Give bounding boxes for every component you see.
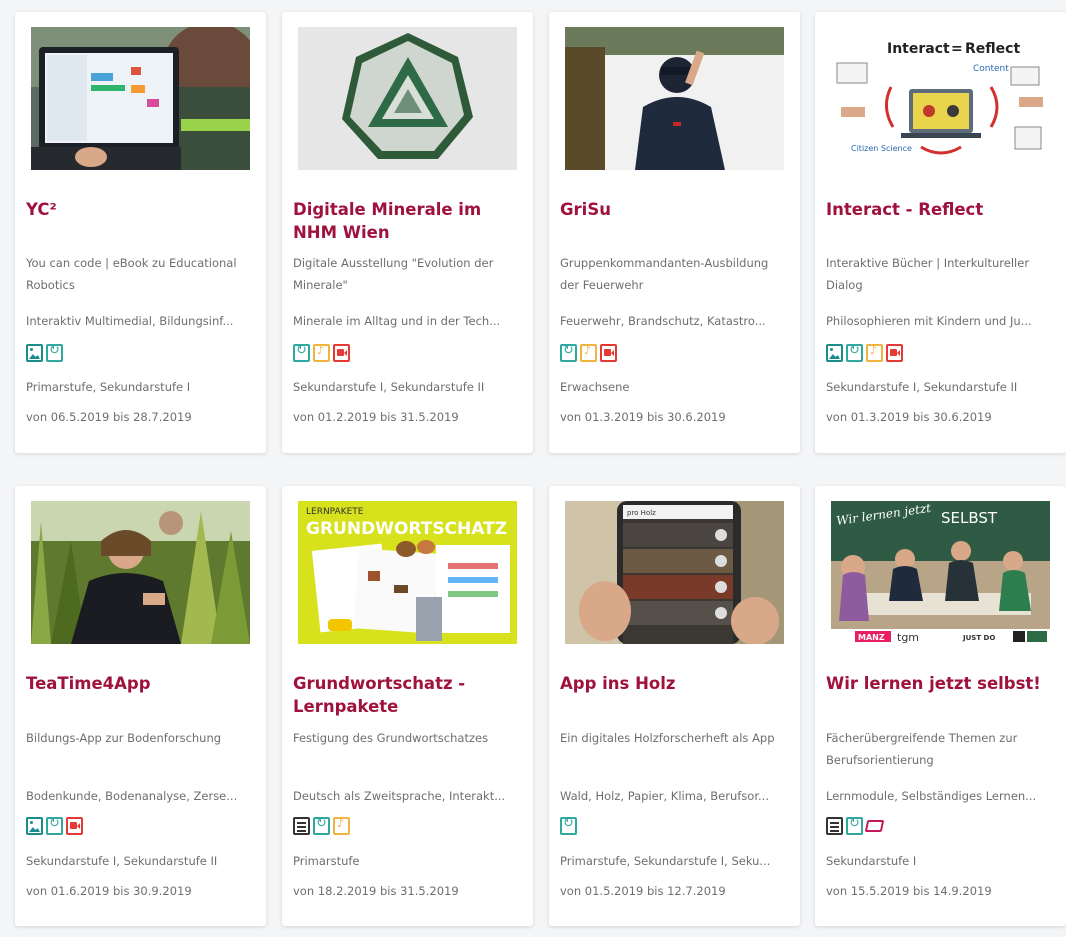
interactive-icon [46,343,63,362]
card-dates: von 18.2.2019 bis 31.5.2019 [293,884,459,898]
interactive-icon [560,343,577,362]
card-dates: von 01.5.2019 bis 12.7.2019 [560,884,726,898]
project-card-grisu[interactable]: GriSu Gruppenkommandanten-Ausbildung der… [549,12,800,453]
card-description: Fächerübergreifende Themen zur Berufsori… [826,731,1018,767]
media-type-icons [560,343,617,364]
card-tags: Interaktiv Multimedial, Bildungsinf... [26,314,234,328]
card-description: Ein digitales Holzforscherheft als App [560,731,775,745]
card-level: Primarstufe, Sekundarstufe I [26,380,191,394]
project-card-grundwortschatz[interactable]: LERNPAKETE GRUNDWORTSCHATZ Grundwortscha… [282,486,533,926]
document-icon [826,817,843,835]
thumbnail-image[interactable] [31,27,250,170]
image-icon [26,817,43,835]
thumbnail-image[interactable]: LERNPAKETE GRUNDWORTSCHATZ [298,501,517,644]
interactive-icon [46,816,63,835]
card-level: Sekundarstufe I, Sekundarstufe II [26,854,218,868]
video-icon [66,817,83,835]
project-card-interact-reflect[interactable]: Interact = Reflect Content Citizen Scien… [815,12,1066,453]
media-type-icons [560,816,577,837]
thumb-board-big: SELBST [941,509,998,527]
interactive-icon [846,343,863,362]
thumb-text-content: Content [973,64,1009,74]
card-level: Sekundarstufe I [826,854,917,868]
document-icon [293,817,310,835]
audio-icon [313,344,330,362]
interactive-icon [313,816,330,835]
audio-icon [866,344,883,362]
card-description: Interaktive Bücher | Interkultureller Di… [826,256,1030,292]
thumb-header-big: GRUNDWORTSCHATZ [306,519,507,539]
card-dates: von 15.5.2019 bis 14.9.2019 [826,884,992,898]
video-icon [600,344,617,362]
card-tags: Philosophieren mit Kindern und Ju... [826,314,1032,328]
project-card-teatime4app[interactable]: TeaTime4App Bildungs-App zur Bodenforsch… [15,486,266,926]
project-card-app-ins-holz[interactable]: pro Holz App ins Holz Ein digitales Holz… [549,486,800,926]
thumb-text-reflect: Reflect [965,41,1020,57]
card-tags: Lernmodule, Selbständiges Lernen... [826,789,1037,803]
thumb-header-small: LERNPAKETE [306,507,364,517]
audio-icon [580,344,597,362]
card-description: You can code | eBook zu Educational Robo… [26,256,237,292]
folder-icon [866,817,885,835]
card-level: Erwachsene [560,380,630,394]
thumb-brand-2: tgm [897,631,919,644]
media-type-icons [26,343,63,364]
card-title[interactable]: Wir lernen jetzt selbst! [826,672,1054,695]
card-dates: von 01.3.2019 bis 30.6.2019 [826,410,992,424]
card-tags: Deutsch als Zweitsprache, Interakt... [293,789,506,803]
thumbnail-image[interactable] [31,501,250,644]
card-title[interactable]: Grundwortschatz - Lernpakete [293,672,521,718]
media-type-icons [826,343,903,364]
interactive-icon [560,816,577,835]
card-dates: von 06.5.2019 bis 28.7.2019 [26,410,192,424]
card-title[interactable]: GriSu [560,198,788,221]
project-card-yc2[interactable]: YC² You can code | eBook zu Educational … [15,12,266,453]
thumbnail-image[interactable]: pro Holz [565,501,784,644]
svg-text:=: = [951,41,963,57]
video-icon [333,344,350,362]
thumb-text-interact: Interact [887,41,950,57]
audio-icon [333,817,350,835]
card-description: Bildungs-App zur Bodenforschung [26,731,222,745]
card-title[interactable]: YC² [26,198,254,221]
media-type-icons [293,816,350,837]
image-icon [826,344,843,362]
thumb-brand-3: JUST DO [962,634,995,642]
thumbnail-image[interactable] [565,27,784,170]
thumbnail-image[interactable] [298,27,517,170]
card-description: Festigung des Grundwortschatzes [293,731,489,745]
card-description: Gruppenkommandanten-Ausbildung der Feuer… [560,256,769,292]
thumbnail-image[interactable]: Interact = Reflect Content Citizen Scien… [831,27,1050,170]
media-type-icons [293,343,350,364]
video-icon [886,344,903,362]
card-tags: Feuerwehr, Brandschutz, Katastro... [560,314,766,328]
thumb-text-citizen: Citizen Science [851,144,912,153]
thumbnail-image[interactable]: Wir lernen jetzt SELBST MANZ tgm JUST DO [831,501,1050,644]
card-title[interactable]: App ins Holz [560,672,788,695]
media-type-icons [826,816,885,837]
project-grid: YC² You can code | eBook zu Educational … [0,0,1066,937]
card-level: Sekundarstufe I, Sekundarstufe II [826,380,1018,394]
card-tags: Minerale im Alltag und in der Tech... [293,314,501,328]
interactive-icon [293,343,310,362]
card-level: Sekundarstufe I, Sekundarstufe II [293,380,485,394]
card-tags: Bodenkunde, Bodenanalyse, Zerse... [26,789,238,803]
card-level: Primarstufe [293,854,360,868]
card-tags: Wald, Holz, Papier, Klima, Berufsor... [560,789,769,803]
project-card-digitale-minerale[interactable]: Digitale Minerale im NHM Wien Digitale A… [282,12,533,453]
card-title[interactable]: Digitale Minerale im NHM Wien [293,198,521,244]
thumb-brand-1: MANZ [858,633,885,642]
card-title[interactable]: TeaTime4App [26,672,254,695]
interactive-icon [846,816,863,835]
card-description: Digitale Ausstellung "Evolution der Mine… [293,256,494,292]
project-card-wir-lernen-jetzt-selbst[interactable]: Wir lernen jetzt SELBST MANZ tgm JUST DO [815,486,1066,926]
media-type-icons [26,816,83,837]
card-title[interactable]: Interact - Reflect [826,198,1054,221]
card-dates: von 01.6.2019 bis 30.9.2019 [26,884,192,898]
card-dates: von 01.2.2019 bis 31.5.2019 [293,410,459,424]
image-icon [26,344,43,362]
thumb-app-title: pro Holz [627,509,656,517]
card-dates: von 01.3.2019 bis 30.6.2019 [560,410,726,424]
card-level: Primarstufe, Sekundarstufe I, Seku... [560,854,771,868]
